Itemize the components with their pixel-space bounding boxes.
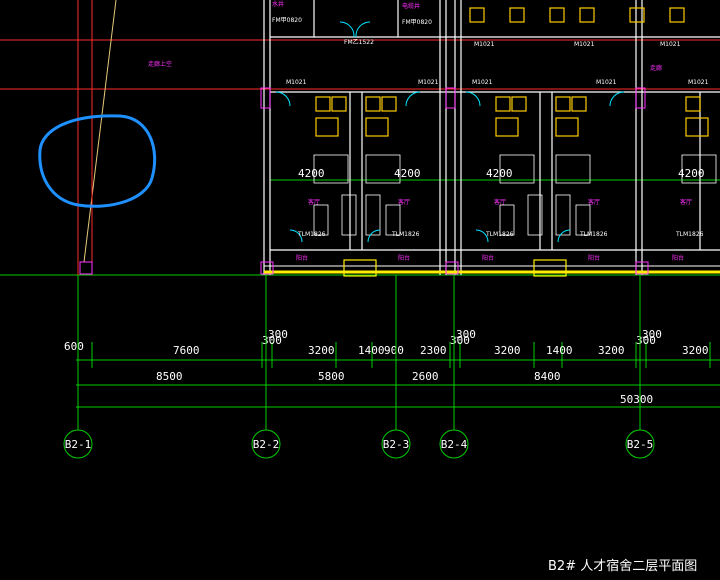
room-dim-3: 4200: [486, 167, 513, 180]
room-dim-4: 4200: [678, 167, 705, 180]
dimension-value: 3200: [494, 344, 521, 357]
door-label-tlm-3: TLM1826: [485, 231, 514, 238]
balcony-label-5: 阳台: [672, 254, 684, 262]
dimension-row-2: 8500 5800 2600 8400: [77, 370, 641, 392]
room-label-keting-5: 客厅: [680, 198, 692, 206]
door-label-m1021-g: M1021: [596, 79, 617, 86]
axis-label: B2-3: [383, 438, 410, 451]
room-label-keting-4: 客厅: [588, 198, 600, 206]
door-label-fmz: FM乙1522: [344, 39, 374, 46]
axis-label: B2-5: [627, 438, 654, 451]
dimension-value: 3200: [682, 344, 709, 357]
dimension-value: 7600: [173, 344, 200, 357]
dimension-value: 300: [450, 334, 470, 347]
door-label-m1021-e: M1021: [418, 79, 439, 86]
dimension-value: 300: [636, 334, 656, 347]
balcony-label-4: 阳台: [588, 254, 600, 262]
dimension-value: 900: [384, 344, 404, 357]
axis-bubbles: B2-1 B2-2 B2-3 B2-4 B2-5: [63, 275, 655, 459]
axis-label: B2-2: [253, 438, 280, 451]
room-dim-1: 4200: [298, 167, 325, 180]
dimension-value: 300: [262, 334, 282, 347]
drawing-title: B2# 人才宿舍二层平面图: [548, 558, 697, 574]
furniture: [313, 154, 717, 236]
dimension-value: 600: [64, 340, 84, 353]
axis-label: B2-1: [65, 438, 92, 451]
axis-label: B2-4: [441, 438, 468, 451]
dimension-value: 1400: [358, 344, 385, 357]
door-label-fm2: FM甲0820: [402, 19, 432, 26]
top-label-a: 水井: [272, 0, 284, 8]
door-label-m1021-c: M1021: [660, 41, 681, 48]
door-label-tlm-2: TLM1826: [391, 231, 420, 238]
dimension-row-1: 600 76003003003200 1400 900 23003003003200 14…: [64, 328, 711, 368]
floor-plan-drawing: 走廊上空 水井 FM甲0820 电缆井 FM甲0820 FM乙1522 M102…: [0, 0, 720, 574]
door-label-tlm-4: TLM1826: [579, 231, 608, 238]
top-label-b: 电缆井: [402, 2, 420, 10]
dimension-value: 5800: [318, 370, 345, 383]
balcony-label-3: 阳台: [482, 254, 494, 262]
dimension-value: 8400: [534, 370, 561, 383]
room-label-keting-3: 客厅: [494, 198, 506, 206]
diagonal-reference-line: [83, 0, 117, 263]
door-label-m1021-f: M1021: [472, 79, 493, 86]
door-label-fm1: FM甲0820: [272, 17, 302, 24]
balcony-label-2: 阳台: [398, 254, 410, 262]
room-dim-2: 4200: [394, 167, 421, 180]
dimension-value: 8500: [156, 370, 183, 383]
door-label-m1021-b: M1021: [574, 41, 595, 48]
left-wall: [77, 0, 93, 275]
door-label-m1021-a: M1021: [474, 41, 495, 48]
corridor-label: 走廊: [650, 64, 662, 72]
door-label-m1021-d: M1021: [286, 79, 307, 86]
room-label-keting-1: 客厅: [308, 198, 320, 206]
left-room-label: 走廊上空: [148, 60, 172, 68]
dimension-value: 3200: [598, 344, 625, 357]
door-label-tlm-1: TLM1826: [297, 231, 326, 238]
construction-lines: [0, 179, 720, 408]
markup-circle: [38, 114, 157, 208]
bathroom-fixtures: [315, 7, 709, 137]
dimension-value: 2600: [412, 370, 439, 383]
dimension-value: 2300: [420, 344, 447, 357]
dimension-total: 50300: [620, 393, 653, 406]
dimension-value: 1400: [546, 344, 573, 357]
dimension-value: 3200: [308, 344, 335, 357]
balcony-label-1: 阳台: [296, 254, 308, 262]
room-label-keting-2: 客厅: [398, 198, 410, 206]
door-label-m1021-h: M1021: [688, 79, 709, 86]
door-label-tlm-5: TLM1826: [675, 231, 704, 238]
